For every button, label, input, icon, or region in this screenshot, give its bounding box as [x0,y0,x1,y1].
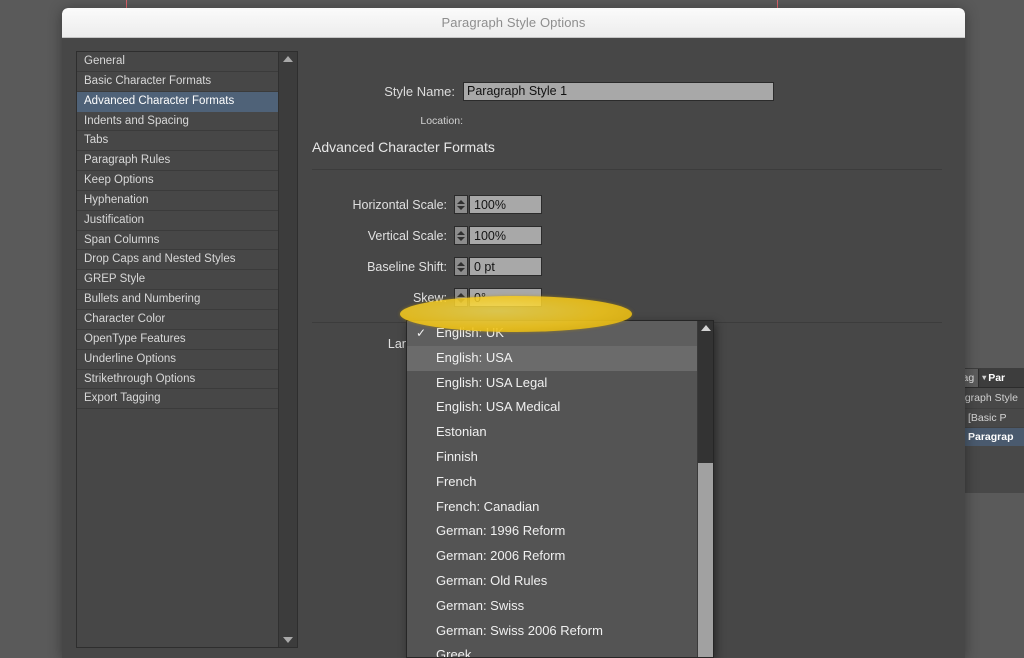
scrollbar-track[interactable] [698,321,713,463]
scrollbar-track[interactable] [279,66,297,633]
vertical-scale-input[interactable] [469,226,542,245]
stepper-up-arrow-icon[interactable] [457,231,465,235]
list-item[interactable]: Paragrap [956,427,1024,446]
horizontal-scale-stepper[interactable] [454,195,468,214]
dialog-titlebar[interactable]: Paragraph Style Options [62,8,965,38]
divider [312,169,942,170]
sidebar-item-bullets-and-numbering[interactable]: Bullets and Numbering [77,290,278,310]
menu-item-finnish[interactable]: Finnish [407,445,697,470]
menu-item-german-1996-reform[interactable]: German: 1996 Reform [407,519,697,544]
stepper-down-arrow-icon[interactable] [457,206,465,210]
language-menu-items[interactable]: English: UK English: USA English: USA Le… [407,321,697,657]
style-name-input[interactable] [463,82,774,101]
location-row: Location: [310,115,965,127]
numeric-fields-group: Horizontal Scale: Vertical Scale: [310,192,965,310]
sidebar-item-general[interactable]: General [77,52,278,72]
sidebar-item-export-tagging[interactable]: Export Tagging [77,389,278,409]
stepper-up-arrow-icon[interactable] [457,200,465,204]
language-dropdown-menu[interactable]: English: UK English: USA English: USA Le… [406,320,714,658]
sidebar-item-span-columns[interactable]: Span Columns [77,231,278,251]
stepper-down-arrow-icon[interactable] [457,268,465,272]
skew-input[interactable] [469,288,542,307]
dialog-title: Paragraph Style Options [442,15,586,30]
skew-stepper[interactable] [454,288,468,307]
scrollbar-thumb[interactable] [698,463,713,658]
panel-tab-row[interactable]: rag ▾ Par [956,368,1024,388]
paragraph-styles-panel[interactable]: rag ▾ Par agraph Style [Basic P Paragrap [955,368,1024,493]
sidebar-item-underline-options[interactable]: Underline Options [77,350,278,370]
stepper-up-arrow-icon[interactable] [457,293,465,297]
scroll-up-arrow-icon[interactable] [701,325,711,331]
sidebar-item-justification[interactable]: Justification [77,211,278,231]
vertical-scale-row: Vertical Scale: [310,223,965,248]
sidebar-item-paragraph-rules[interactable]: Paragraph Rules [77,151,278,171]
sidebar-item-character-color[interactable]: Character Color [77,310,278,330]
sidebar-item-strikethrough-options[interactable]: Strikethrough Options [77,370,278,390]
menu-item-french-canadian[interactable]: French: Canadian [407,495,697,520]
category-list[interactable]: General Basic Character Formats Advanced… [77,52,278,647]
category-scrollbar[interactable] [278,52,297,647]
menu-item-estonian[interactable]: Estonian [407,420,697,445]
sidebar-item-grep-style[interactable]: GREP Style [77,270,278,290]
baseline-shift-row: Baseline Shift: [310,254,965,279]
stepper-down-arrow-icon[interactable] [457,299,465,303]
panel-subtitle: agraph Style [956,388,1024,408]
scroll-up-arrow-icon[interactable] [283,56,293,62]
menu-item-german-old-rules[interactable]: German: Old Rules [407,569,697,594]
panel-tab-active[interactable]: ▾ Par [979,369,1008,387]
list-item[interactable]: [Basic P [956,408,1024,427]
panel-tab-active-label: Par [988,372,1005,384]
scroll-down-arrow-icon[interactable] [283,637,293,643]
updown-arrows-icon: ▾ [982,374,986,381]
style-name-label: Style Name: [310,84,463,99]
menu-item-french[interactable]: French [407,470,697,495]
menu-item-german-swiss-2006-reform[interactable]: German: Swiss 2006 Reform [407,619,697,644]
menu-item-english-usa-legal[interactable]: English: USA Legal [407,371,697,396]
sidebar-item-drop-caps-and-nested-styles[interactable]: Drop Caps and Nested Styles [77,250,278,270]
stepper-up-arrow-icon[interactable] [457,262,465,266]
baseline-shift-stepper[interactable] [454,257,468,276]
skew-row: Skew: [310,285,965,310]
sidebar-item-basic-character-formats[interactable]: Basic Character Formats [77,72,278,92]
horizontal-scale-row: Horizontal Scale: [310,192,965,217]
sidebar-item-keep-options[interactable]: Keep Options [77,171,278,191]
baseline-shift-input[interactable] [469,257,542,276]
location-label: Location: [310,115,471,127]
skew-label: Skew: [310,291,454,305]
sidebar-item-tabs[interactable]: Tabs [77,131,278,151]
vertical-scale-label: Vertical Scale: [310,229,454,243]
horizontal-scale-input[interactable] [469,195,542,214]
stepper-down-arrow-icon[interactable] [457,237,465,241]
menu-item-greek[interactable]: Greek [407,643,697,657]
menu-item-english-usa[interactable]: English: USA [407,346,697,371]
style-name-row: Style Name: [310,80,965,102]
section-heading: Advanced Character Formats [312,139,965,155]
sidebar-item-advanced-character-formats[interactable]: Advanced Character Formats [77,92,278,112]
menu-item-german-2006-reform[interactable]: German: 2006 Reform [407,544,697,569]
baseline-shift-label: Baseline Shift: [310,260,454,274]
category-pane: General Basic Character Formats Advanced… [76,51,298,648]
menu-item-english-uk[interactable]: English: UK [407,321,697,346]
vertical-scale-stepper[interactable] [454,226,468,245]
horizontal-scale-label: Horizontal Scale: [310,198,454,212]
sidebar-item-opentype-features[interactable]: OpenType Features [77,330,278,350]
menu-item-german-swiss[interactable]: German: Swiss [407,594,697,619]
language-menu-scrollbar[interactable] [697,321,713,657]
menu-item-english-usa-medical[interactable]: English: USA Medical [407,395,697,420]
sidebar-item-hyphenation[interactable]: Hyphenation [77,191,278,211]
sidebar-item-indents-and-spacing[interactable]: Indents and Spacing [77,112,278,132]
